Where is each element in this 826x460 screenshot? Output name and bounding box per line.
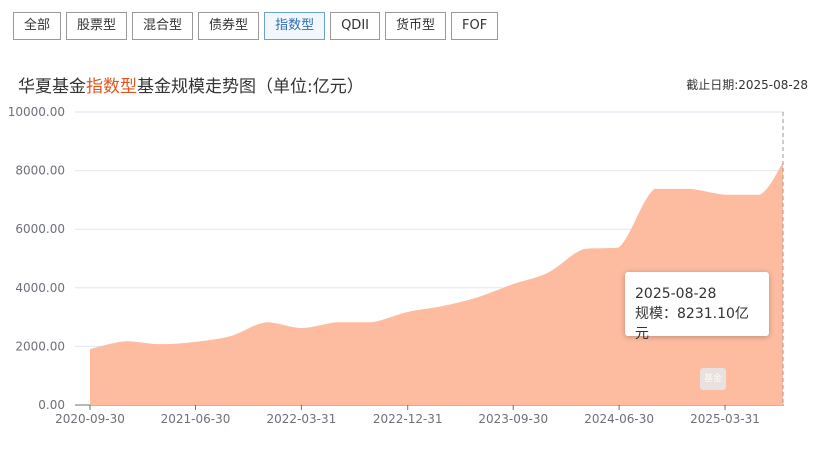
- y-tick-label: 2000.00: [15, 339, 65, 353]
- tooltip-date: 2025-08-28: [635, 286, 717, 302]
- x-tick-label: 2023-09-30: [478, 412, 548, 426]
- y-tick-label: 4000.00: [15, 281, 65, 295]
- y-tick-label: 8000.00: [15, 164, 65, 178]
- y-tick-label: 0.00: [38, 398, 65, 412]
- x-tick-label: 2022-12-31: [373, 412, 443, 426]
- tooltip-label: 规模: [635, 306, 663, 322]
- tooltip-value-row: 规模：8231.10亿元: [635, 306, 749, 342]
- chart-tooltip: 2025-08-28 规模：8231.10亿元: [625, 272, 769, 342]
- watermark-icon: 基金: [700, 368, 726, 390]
- x-tick-label: 2025-03-31: [690, 412, 760, 426]
- y-tick-label: 10000.00: [8, 105, 65, 119]
- watermark-logo: 基金: [700, 368, 800, 392]
- x-tick-label: 2021-06-30: [161, 412, 231, 426]
- x-tick-label: 2024-06-30: [584, 412, 654, 426]
- x-tick-label: 2020-09-30: [55, 412, 125, 426]
- x-tick-label: 2022-03-31: [267, 412, 337, 426]
- y-tick-label: 6000.00: [15, 222, 65, 236]
